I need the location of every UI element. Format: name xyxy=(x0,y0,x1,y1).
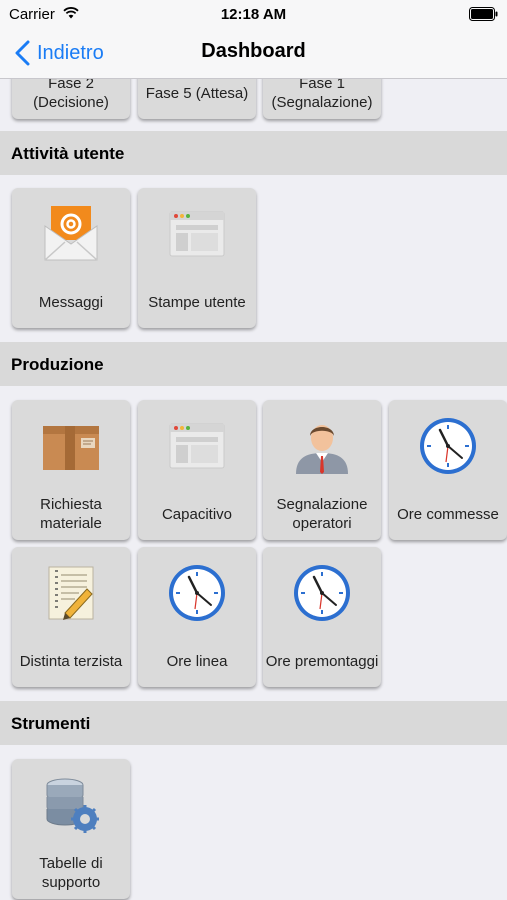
tile-distinta-terzista[interactable]: Distinta terzista xyxy=(12,547,130,687)
section-header-produzione: Produzione xyxy=(0,342,507,386)
tile-label: Distinta terzista xyxy=(19,652,123,670)
window-icon xyxy=(169,423,225,469)
tile-ore-linea[interactable]: Ore linea xyxy=(138,547,256,687)
tile-messaggi[interactable]: Messaggi xyxy=(12,188,130,328)
clock-icon xyxy=(169,565,225,621)
tile-segnalazione-operatori[interactable]: Segnalazione operatori xyxy=(263,400,381,540)
tile-label: Ore linea xyxy=(166,652,228,670)
tile-stampe-utente[interactable]: Stampe utente xyxy=(138,188,256,328)
mail-icon xyxy=(44,206,98,261)
clock-icon xyxy=(420,418,476,474)
tile-tabelle-di-supporto[interactable]: Tabelle di supporto xyxy=(12,759,130,899)
back-button[interactable]: Indietro xyxy=(14,39,104,67)
tile-ore-premontaggi[interactable]: Ore premontaggi xyxy=(263,547,381,687)
back-button-label: Indietro xyxy=(37,41,104,64)
tile-label: Richiesta materiale xyxy=(40,496,102,532)
document-pencil-icon xyxy=(48,566,94,620)
window-icon xyxy=(169,211,225,257)
tile-fase-5[interactable]: Fase 5 (Attesa) xyxy=(138,79,256,119)
tile-label: Messaggi xyxy=(38,293,104,311)
tile-fase-1[interactable]: Fase 1 (Segnalazione) xyxy=(263,79,381,119)
clock-label: 12:18 AM xyxy=(220,6,287,23)
navigation-bar: Indietro Dashboard xyxy=(0,28,507,79)
operator-icon xyxy=(296,425,348,474)
tile-ore-commesse[interactable]: Ore commesse xyxy=(389,400,507,540)
section-title: Produzione xyxy=(11,355,104,374)
tile-label: Tabelle di supporto xyxy=(39,855,103,891)
tile-richiesta-materiale[interactable]: Richiesta materiale xyxy=(12,400,130,540)
battery-icon xyxy=(469,7,498,21)
status-bar: Carrier 12:18 AM xyxy=(0,0,507,28)
tile-label: Fase 1 (Segnalazione) xyxy=(271,79,373,111)
database-gear-icon xyxy=(46,778,99,833)
section-title: Attività utente xyxy=(11,144,125,163)
tile-label: Capacitivo xyxy=(161,505,233,523)
section-header-strumenti: Strumenti xyxy=(0,701,507,745)
package-icon xyxy=(43,426,99,470)
chevron-left-icon xyxy=(15,40,30,66)
dashboard-content[interactable]: Fase 2 (Decisione) Fase 5 (Attesa) Fase … xyxy=(0,79,507,900)
tile-label: Segnalazione operatori xyxy=(276,496,368,532)
tile-label: Stampe utente xyxy=(148,293,246,311)
tile-label: Ore commesse xyxy=(397,505,499,523)
tile-label: Ore premontaggi xyxy=(265,652,379,670)
tile-fase-2[interactable]: Fase 2 (Decisione) xyxy=(12,79,130,119)
section-title: Strumenti xyxy=(11,714,91,733)
clock-icon xyxy=(294,565,350,621)
tile-label: Fase 5 (Attesa) xyxy=(145,84,249,102)
section-header-attivita-utente: Attività utente xyxy=(0,131,507,175)
tile-capacitivo[interactable]: Capacitivo xyxy=(138,400,256,540)
tile-label: Fase 2 (Decisione) xyxy=(33,79,109,111)
